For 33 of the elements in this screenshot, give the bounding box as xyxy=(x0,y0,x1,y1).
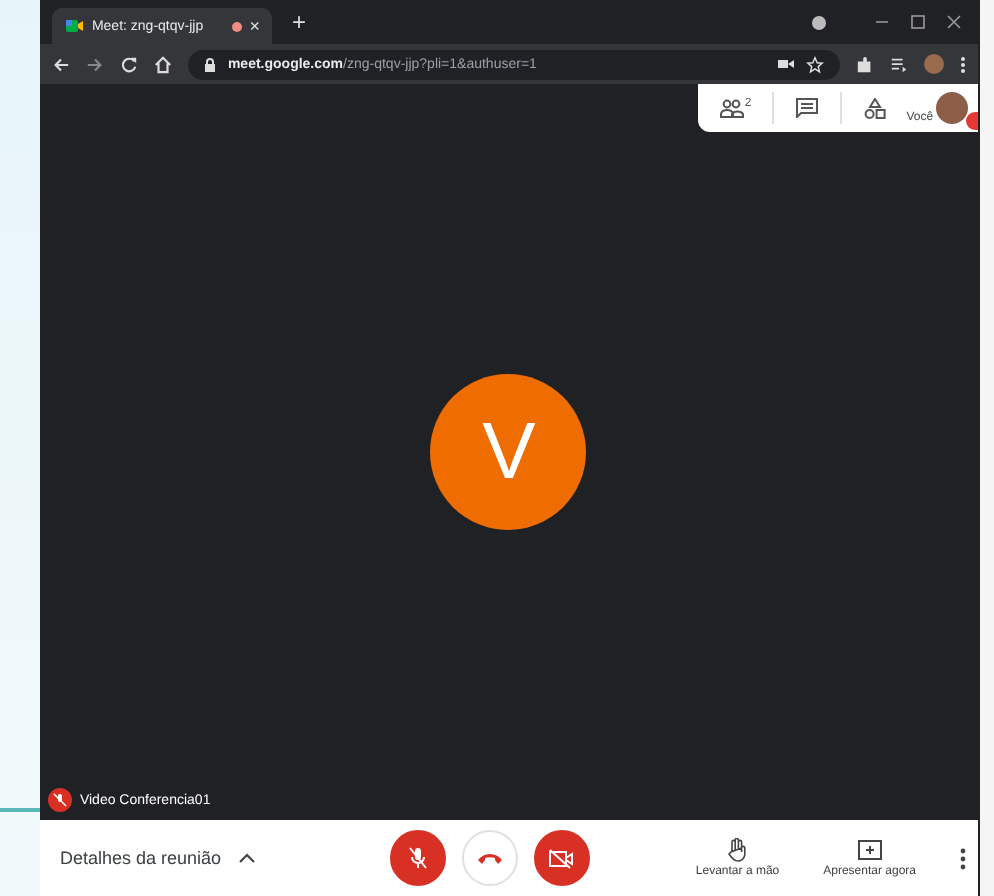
shapes-icon[interactable] xyxy=(863,97,885,119)
new-tab-button[interactable]: + xyxy=(291,8,306,36)
camera-button[interactable] xyxy=(533,830,590,886)
profile-avatar[interactable] xyxy=(924,54,944,74)
profile-dot-icon[interactable] xyxy=(812,15,826,29)
mic-off-icon xyxy=(405,846,430,870)
chat-icon[interactable] xyxy=(796,98,819,118)
media-list-icon[interactable] xyxy=(890,55,908,73)
present-screen-icon xyxy=(857,839,882,861)
meeting-details-button[interactable]: Detalhes da reunião xyxy=(59,848,390,868)
back-icon[interactable] xyxy=(51,55,70,73)
participants-button[interactable]: 2 xyxy=(720,98,752,118)
participant-avatar: V xyxy=(430,374,587,530)
meet-logo-icon xyxy=(63,16,84,36)
phone-icon xyxy=(475,850,504,866)
menu-icon[interactable] xyxy=(960,55,966,73)
close-icon[interactable] xyxy=(946,14,962,30)
people-icon xyxy=(720,98,745,118)
camera-off-icon xyxy=(548,847,575,869)
hand-icon xyxy=(726,838,749,862)
hang-up-button[interactable] xyxy=(461,830,518,886)
more-options-icon[interactable] xyxy=(960,847,966,869)
lock-icon xyxy=(203,57,216,71)
close-tab-button[interactable]: × xyxy=(249,16,260,36)
forward-icon[interactable] xyxy=(85,55,104,73)
maximize-icon[interactable] xyxy=(910,14,926,30)
star-icon[interactable] xyxy=(806,55,824,73)
camera-icon[interactable] xyxy=(778,58,794,70)
puzzle-icon[interactable] xyxy=(856,55,874,73)
microphone-button[interactable] xyxy=(389,830,446,886)
reload-icon[interactable] xyxy=(119,55,138,73)
home-icon[interactable] xyxy=(153,55,172,73)
self-avatar[interactable] xyxy=(935,92,968,124)
